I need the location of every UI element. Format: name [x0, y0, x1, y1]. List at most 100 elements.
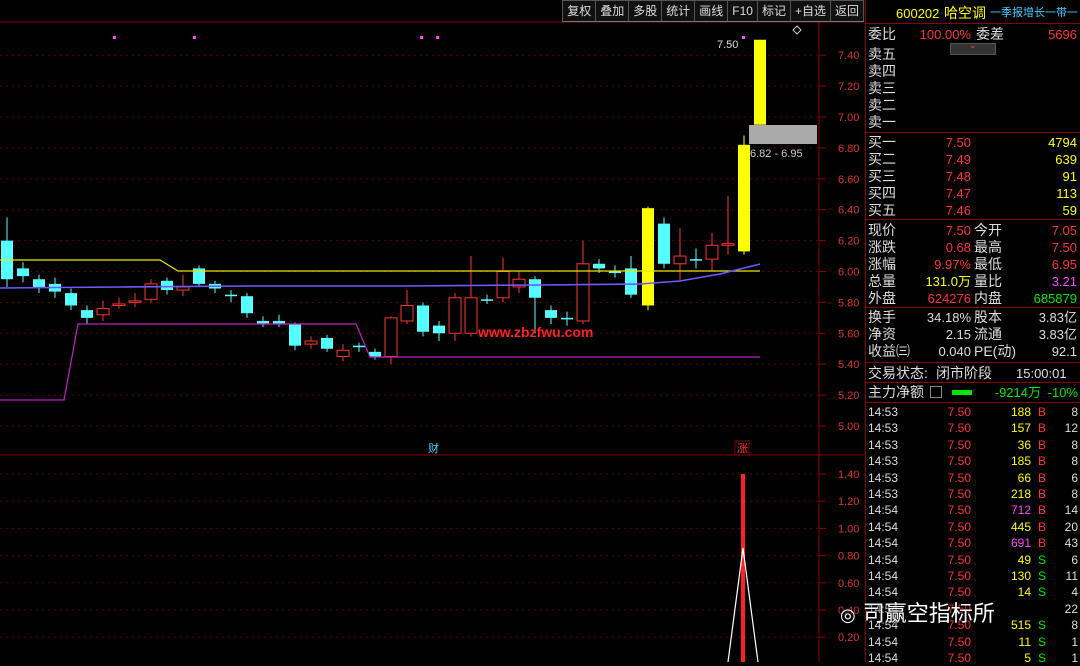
price-tick-label: 5.40	[838, 359, 859, 371]
toolbar-btn-3[interactable]: 统计	[661, 0, 696, 22]
trade-status-row: 交易状态: 闭市阶段 15:00:01	[866, 365, 1080, 382]
tick-vol: 11	[1018, 634, 1031, 649]
flow-bar	[952, 390, 972, 395]
quote-label-2: 今开	[974, 222, 1002, 238]
fund-row: 收益㈢ 0.040 PE(动) 92.1	[866, 343, 1080, 360]
tick-time: 14:53	[868, 421, 899, 436]
quote-label: 涨跌	[868, 239, 896, 255]
toolbar-btn-8[interactable]: 返回	[829, 0, 864, 22]
quote-label: 涨幅	[868, 256, 896, 272]
toolbar-btn-5[interactable]: F10	[727, 0, 758, 22]
tick-vol: 36	[1017, 437, 1031, 452]
tick-vol: 49	[1017, 552, 1031, 567]
quote-value-2: 685879	[1033, 291, 1077, 306]
toolbar-btn-1[interactable]: 叠加	[595, 0, 630, 22]
quote-label: 现价	[868, 222, 896, 238]
candle-body	[593, 263, 605, 269]
quote-value-2: 7.05	[1051, 223, 1077, 238]
tick-count: 43	[1064, 536, 1078, 551]
tick-count: 11	[1065, 569, 1078, 583]
tick-count: 8	[1071, 405, 1078, 419]
kline-svg[interactable]: 7.40 7.20 7.00 6.80 6.60 6.40 6.20 6.00 5.80 5.60…	[0, 0, 864, 663]
quote-value: 131.0万	[925, 274, 971, 289]
list-icon[interactable]	[930, 386, 942, 398]
tick-count: 8	[1071, 454, 1078, 469]
toolbar-btn-6[interactable]: 标记	[756, 0, 791, 22]
tick-price: 7.50	[947, 552, 971, 567]
sub-tick-label: 0.80	[838, 551, 859, 563]
tick-vol: 157	[1010, 421, 1031, 436]
quote-label-2: 最高	[974, 239, 1002, 255]
sub-tick-label: 1.00	[838, 523, 859, 535]
tick-vol: 691	[1010, 536, 1031, 551]
trade-status-value: 闭市阶段	[936, 365, 992, 381]
signal-dot	[193, 36, 196, 39]
toolbar-btn-7[interactable]: +自选	[789, 0, 831, 22]
toolbar-btn-0[interactable]: 复权	[562, 0, 597, 22]
quote-value: 0.68	[945, 240, 971, 255]
trade-status-label: 交易状态:	[868, 365, 928, 381]
weibi-label: 委比	[868, 26, 896, 42]
sell-level-row: 卖二	[866, 97, 1080, 114]
weidiff-label: 委差	[976, 26, 1004, 42]
fund-value: 34.18%	[926, 310, 971, 325]
tick-row: 14:54 7.50 445 B 20	[866, 519, 1080, 535]
price-tick-label: 7.00	[838, 112, 859, 124]
candle-body	[481, 299, 493, 301]
tick-price: 7.50	[947, 421, 971, 436]
sell-level-label: 卖二	[868, 97, 896, 113]
price-tick-label: 6.00	[838, 267, 859, 279]
candle-body	[241, 296, 253, 314]
tick-time: 14:53	[868, 454, 899, 469]
tick-side: S	[1038, 552, 1047, 567]
candle-body	[448, 297, 462, 334]
buy-level-label: 买二	[868, 151, 896, 167]
tick-side: S	[1038, 569, 1047, 583]
tick-row: 14:53 7.50 157 B 12	[866, 420, 1080, 436]
tick-count: 1	[1071, 651, 1078, 665]
tick-count: 8	[1071, 618, 1078, 633]
tick-time: 14:53	[868, 437, 899, 452]
quote-value: 9.97%	[934, 257, 971, 272]
tick-side: B	[1038, 519, 1047, 534]
high-marker-label: 7.50	[717, 39, 738, 51]
sell-level-label: 卖五	[868, 46, 896, 62]
tick-price: 7.50	[947, 454, 971, 469]
watermark: ◎ 司赢空指标所	[840, 596, 995, 628]
cai-marker: 财	[428, 441, 439, 455]
quote-value-2: 7.50	[1051, 240, 1077, 255]
candle-body	[464, 297, 478, 334]
candle-body	[33, 279, 45, 287]
tick-vol: 5	[1024, 651, 1031, 665]
weibi-value: 100.00%	[919, 27, 971, 42]
candle-body	[721, 243, 735, 246]
band-label: 6.82 - 6.95	[750, 148, 803, 160]
price-tick-label: 6.20	[838, 236, 859, 248]
quote-row: 现价 7.50 今开 7.05	[866, 222, 1080, 239]
tick-row: 14:54 7.50 11 S 1	[866, 634, 1080, 650]
candle-body	[321, 337, 333, 349]
trade-status-time: 15:00:01	[1016, 366, 1067, 381]
toolbar-btn-4[interactable]: 画线	[694, 0, 729, 22]
fund-row: 净资 2.15 流通 3.83亿	[866, 326, 1080, 343]
price-tick-label: 5.00	[838, 421, 859, 433]
candle-body	[609, 271, 621, 274]
main-flow-row: 主力净额 -9214万 -10%	[866, 384, 1080, 401]
price-tick-label: 5.60	[838, 328, 859, 340]
quote-row: 总量 131.0万 量比 3.21	[866, 273, 1080, 290]
tick-side: B	[1038, 454, 1047, 469]
fund-value: 0.040	[938, 344, 971, 359]
candle-body	[625, 268, 637, 295]
tick-count: 12	[1064, 421, 1078, 436]
candle-body	[545, 310, 557, 318]
tick-row: 14:53 7.50 185 B 8	[866, 453, 1080, 469]
quote-row: 涨跌 0.68 最高 7.50	[866, 239, 1080, 256]
toolbar-btn-2[interactable]: 多股	[628, 0, 663, 22]
signal-dot	[742, 36, 745, 39]
kline-chart[interactable]: 7.40 7.20 7.00 6.80 6.60 6.40 6.20 6.00 5.80 5.60…	[0, 0, 864, 663]
tick-vol: 66	[1017, 470, 1031, 485]
candle-body	[161, 280, 173, 291]
stock-code: 600202	[896, 6, 940, 21]
fund-label: 换手	[868, 309, 896, 325]
tick-time: 14:54	[868, 634, 899, 649]
